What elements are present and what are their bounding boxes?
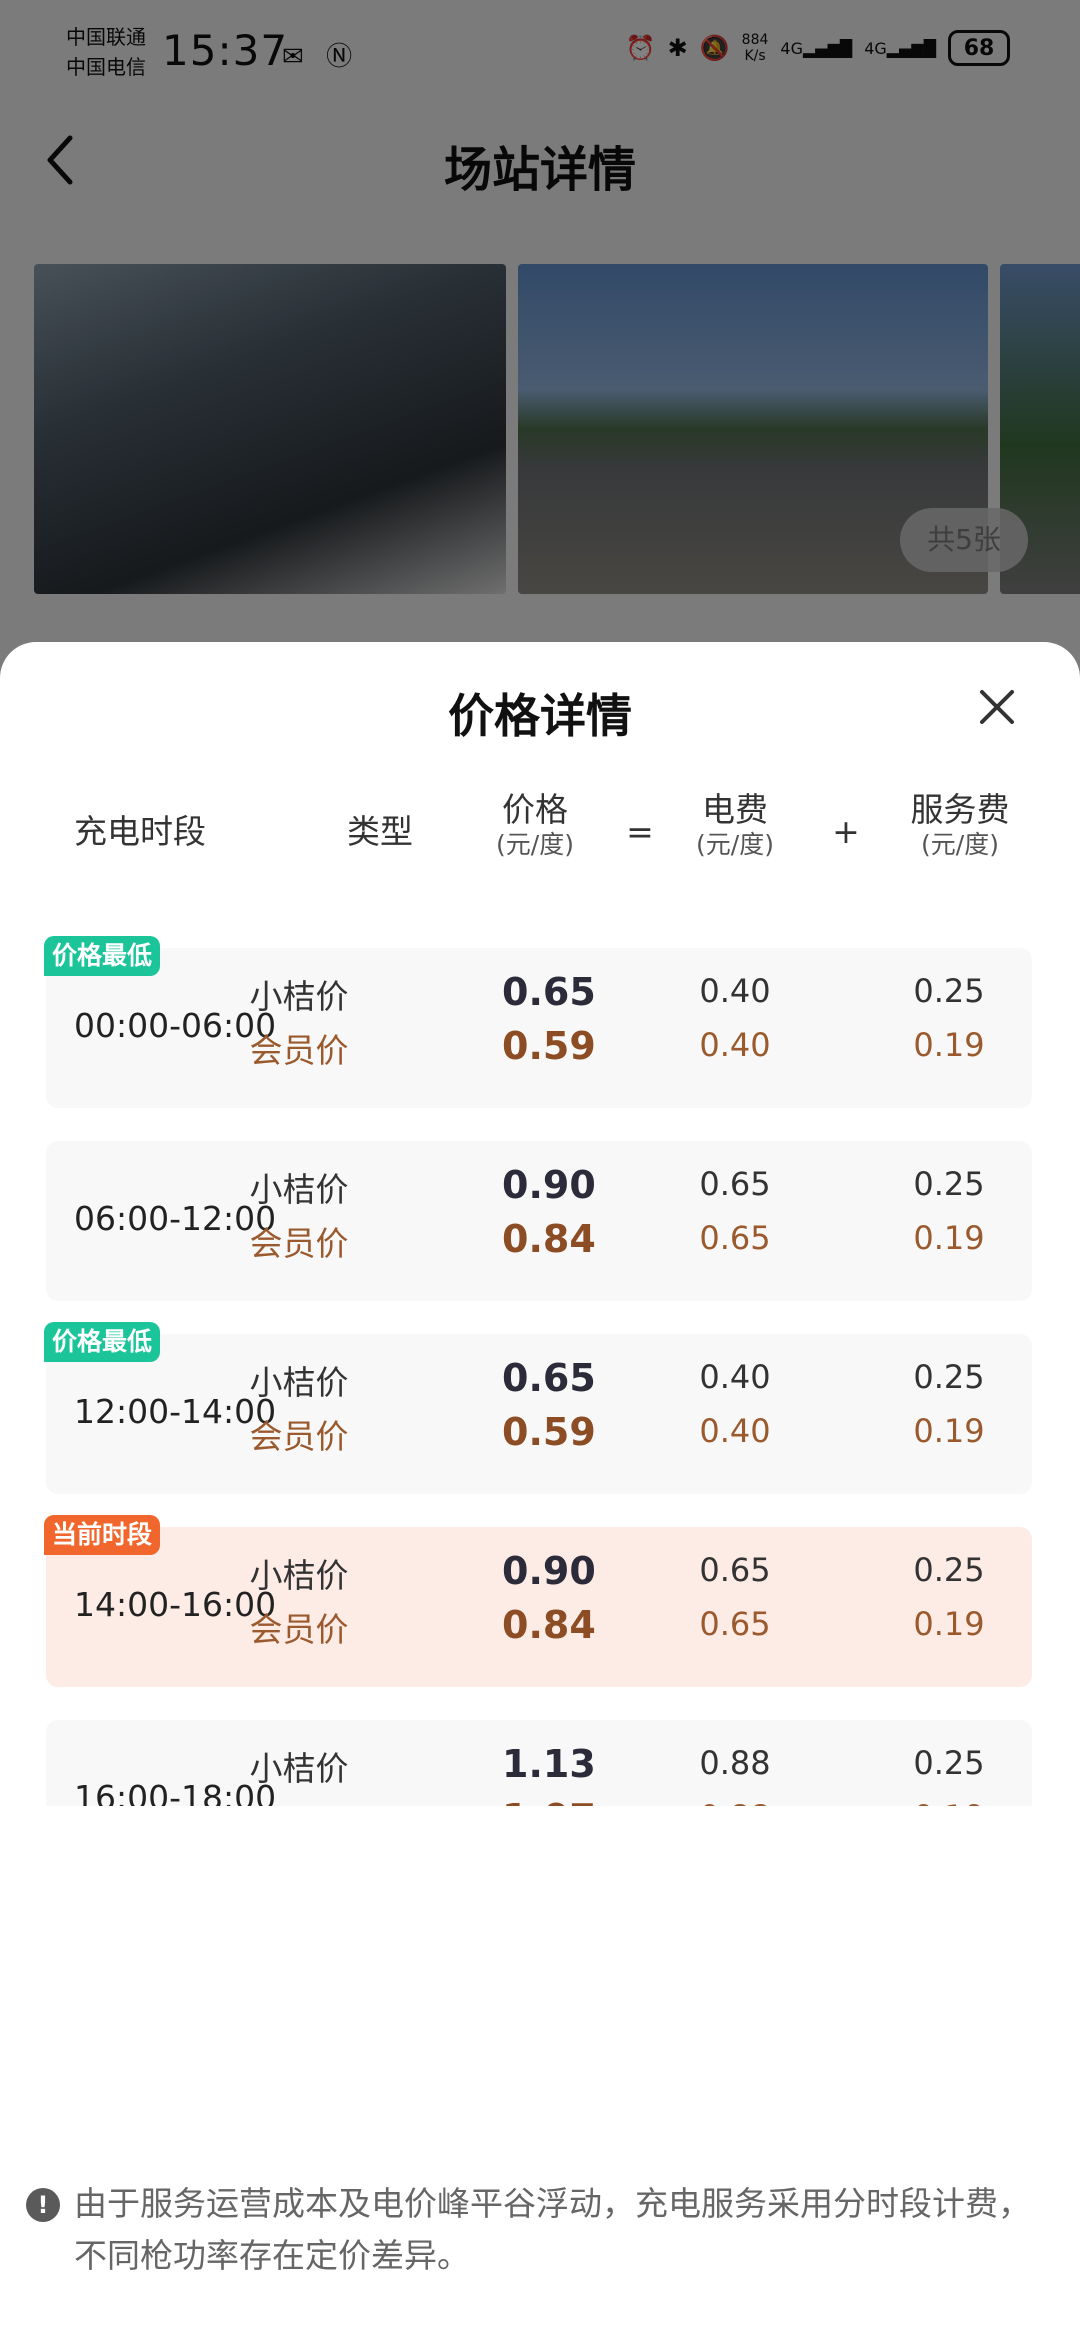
price-detail-sheet: 价格详情 充电时段 类型 价格 (元/度) = 电费 (元/度) + 服务费 (… — [0, 642, 1080, 2340]
electricity-fee-standard: 0.65 — [699, 1551, 771, 1589]
pricing-notice: ! 由于服务运营成本及电价峰平谷浮动，充电服务采用分时段计费，不同枪功率存在定价… — [0, 2172, 1080, 2340]
total-price-member: 0.59 — [502, 1410, 596, 1454]
service-fee-standard: 0.25 — [913, 972, 985, 1010]
electricity-fee-member: 0.65 — [699, 1219, 771, 1257]
price-type-standard: 小桔价 — [249, 1556, 349, 1595]
table-row: 06:00-12:00 小桔价 会员价 0.90 0.84 0.65 0.65 0.25 0.1… — [46, 1141, 1032, 1301]
price-table[interactable]: 价格最低 00:00-06:00 小桔价 会员价 0.65 0.59 0.40 0.40 0.2… — [0, 906, 1080, 1806]
close-button[interactable] — [972, 682, 1022, 732]
lowest-price-badge: 价格最低 — [44, 936, 161, 976]
service-fee-member: 0.19 — [884, 1798, 1014, 1806]
electricity-fee-member: 0.65 — [699, 1605, 771, 1643]
close-icon — [980, 690, 1014, 724]
header-equals: = — [626, 812, 654, 851]
header-service: 服务费 (元/度) — [895, 790, 1025, 860]
service-fee-member: 0.19 — [913, 1412, 985, 1450]
service-fee-standard: 0.25 — [913, 1165, 985, 1203]
price-type-standard: 小桔价 — [249, 1749, 349, 1788]
modal-overlay[interactable] — [0, 0, 1080, 690]
total-price-member: 0.84 — [502, 1217, 596, 1261]
header-price-unit: (元/度) — [496, 830, 574, 859]
total-price-standard: 0.65 — [502, 1356, 596, 1400]
header-type: 类型 — [347, 812, 413, 851]
service-fee-standard: 0.25 — [913, 1358, 985, 1396]
total-price-standard: 0.90 — [502, 1163, 596, 1207]
header-time: 充电时段 — [74, 812, 206, 851]
price-type-member: 会员价 — [234, 1796, 364, 1806]
total-price-standard: 1.13 — [502, 1742, 596, 1786]
electricity-fee-standard: 0.65 — [699, 1165, 771, 1203]
current-period-badge: 当前时段 — [44, 1515, 161, 1555]
service-fee-standard: 0.25 — [913, 1551, 985, 1589]
electricity-fee-standard: 0.40 — [699, 972, 771, 1010]
electricity-fee-standard: 0.88 — [699, 1744, 771, 1782]
notice-text: 由于服务运营成本及电价峰平谷浮动，充电服务采用分时段计费，不同枪功率存在定价差异… — [74, 2184, 1031, 2275]
service-fee-member: 0.19 — [913, 1026, 985, 1064]
lowest-price-badge: 价格最低 — [44, 1322, 161, 1362]
price-type-member: 会员价 — [249, 1610, 349, 1649]
electricity-fee-member: 0.40 — [699, 1026, 771, 1064]
price-type-standard: 小桔价 — [249, 977, 349, 1016]
table-row: 价格最低 12:00-14:00 小桔价 会员价 0.65 0.59 0.40 0.40 0.2… — [44, 1322, 1032, 1494]
header-price: 价格 (元/度) — [470, 790, 600, 860]
table-row: 当前时段 14:00-16:00 小桔价 会员价 0.90 0.84 0.65 0.65 0.2… — [44, 1515, 1032, 1687]
table-row: 价格最低 00:00-06:00 小桔价 会员价 0.65 0.59 0.40 0.40 0.2… — [44, 936, 1032, 1108]
price-type-member: 会员价 — [249, 1417, 349, 1456]
header-plus: + — [832, 812, 860, 851]
price-type-standard: 小桔价 — [249, 1363, 349, 1402]
electricity-fee-standard: 0.40 — [699, 1358, 771, 1396]
total-price-member: 0.84 — [502, 1603, 596, 1647]
total-price-standard: 0.65 — [502, 970, 596, 1014]
electricity-fee-member: 0.40 — [699, 1412, 771, 1450]
service-fee-member: 0.19 — [913, 1605, 985, 1643]
total-price-member: 0.59 — [502, 1024, 596, 1068]
table-row: 16:00-18:00小桔价会员价1.131.070.880.880.250.1… — [46, 1720, 1032, 1806]
header-electricity: 电费 (元/度) — [670, 790, 800, 860]
service-fee-member: 0.19 — [913, 1219, 985, 1257]
info-icon: ! — [26, 2188, 60, 2222]
header-electricity-unit: (元/度) — [696, 830, 774, 859]
header-service-unit: (元/度) — [921, 830, 999, 859]
price-type-member: 会员价 — [249, 1031, 349, 1070]
price-type-standard: 小桔价 — [249, 1170, 349, 1209]
service-fee-standard: 0.25 — [913, 1744, 985, 1782]
total-price-member: 1.07 — [502, 1796, 596, 1806]
sheet-title: 价格详情 — [448, 689, 632, 743]
electricity-fee-member: 0.88 — [670, 1798, 800, 1806]
total-price-standard: 0.90 — [502, 1549, 596, 1593]
price-type-member: 会员价 — [249, 1224, 349, 1263]
